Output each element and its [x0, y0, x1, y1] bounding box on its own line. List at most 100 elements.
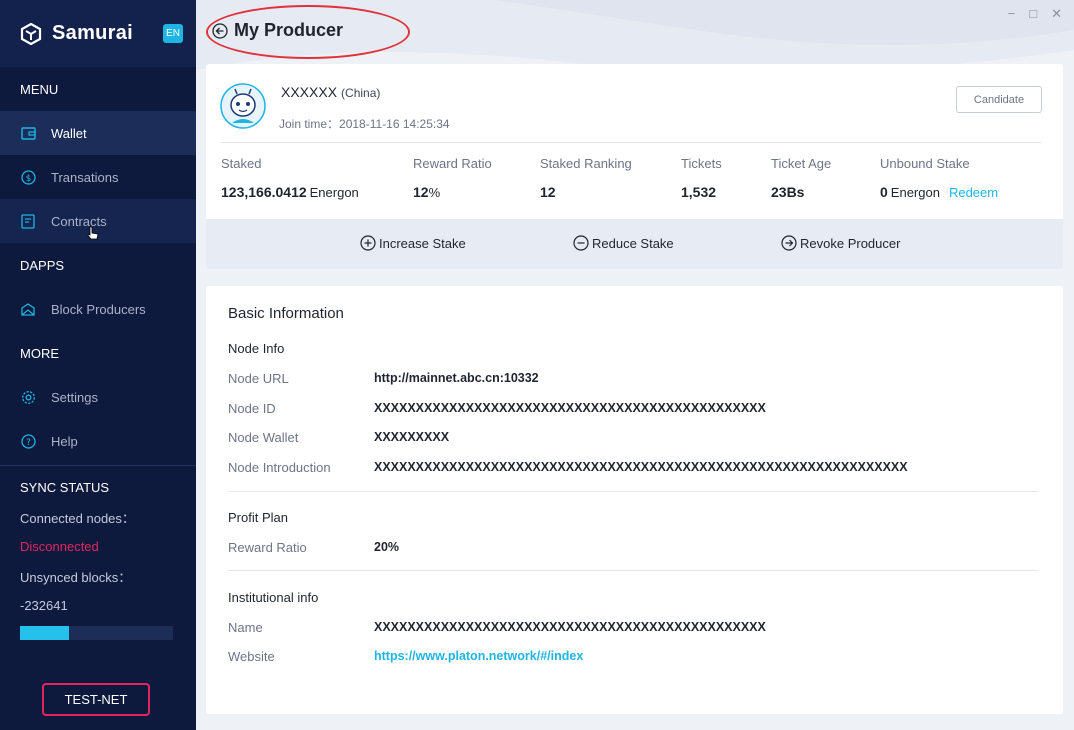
stat-value: 0 Energon Redeem	[880, 184, 998, 200]
block-producers-icon	[20, 301, 36, 317]
website-link[interactable]: https://www.platon.network/#/index	[374, 649, 583, 663]
stat-tickets: Tickets 1,532	[681, 156, 722, 200]
info-key: Node ID	[228, 401, 276, 416]
info-value: XXXXXXXXXXXXXXXXXXXXXXXXXXXXXXXXXXXXXXXX…	[374, 620, 766, 634]
main-content: − □ ✕ My Producer XXXXXX (China) Join tim…	[196, 0, 1074, 730]
candidate-status-button[interactable]: Candidate	[956, 86, 1042, 113]
dollar-icon: $	[20, 169, 36, 185]
node-info-title: Node Info	[228, 341, 285, 356]
producer-name-text: XXXXXX	[281, 84, 338, 100]
info-value: http://mainnet.abc.cn:10332	[374, 371, 539, 385]
arrow-circle-icon	[781, 235, 797, 251]
info-key: Website	[228, 649, 275, 664]
stat-staked-ranking: Staked Ranking 12	[540, 156, 632, 200]
gear-icon	[20, 389, 36, 405]
stat-value: 12%	[413, 184, 492, 200]
sync-progress-fill	[20, 626, 69, 640]
basic-information-title: Basic Information	[228, 305, 344, 322]
stat-number: 1,532	[681, 184, 717, 200]
sidebar-item-label: Settings	[51, 389, 98, 405]
info-key: Reward Ratio	[228, 540, 307, 555]
info-value: XXXXXXXXXXXXXXXXXXXXXXXXXXXXXXXXXXXXXXXX…	[374, 401, 766, 415]
producer-actions-bar: Increase Stake Reduce Stake Revoke Produ…	[206, 219, 1063, 269]
stat-number: 12	[540, 184, 556, 200]
sync-progress-bar	[20, 626, 173, 640]
info-value: 20%	[374, 540, 400, 554]
producer-country: (China)	[341, 86, 381, 100]
sidebar-item-help[interactable]: ? Help	[0, 419, 196, 463]
stat-number: 123,166.0412	[221, 184, 307, 200]
brand-header: Samurai EN	[0, 0, 196, 67]
window-controls: − □ ✕	[1008, 6, 1062, 22]
minus-circle-icon	[573, 235, 589, 251]
redeem-link[interactable]: Redeem	[949, 185, 998, 200]
language-badge[interactable]: EN	[163, 24, 183, 43]
stat-label: Reward Ratio	[413, 156, 492, 171]
info-key: Name	[228, 620, 263, 635]
minimize-button[interactable]: −	[1008, 6, 1016, 22]
close-button[interactable]: ✕	[1051, 6, 1062, 22]
stat-staked: Staked 123,166.0412 Energon	[221, 156, 359, 200]
samurai-logo-icon	[20, 22, 42, 45]
producer-summary-card: XXXXXX (China) Join time：2018-11-16 14:25…	[206, 64, 1063, 269]
info-value: XXXXXXXXXXXXXXXXXXXXXXXXXXXXXXXXXXXXXXXX…	[374, 460, 908, 474]
info-key: Node Wallet	[228, 430, 299, 445]
network-button[interactable]: TEST-NET	[42, 683, 150, 716]
sync-status-panel: SYNC STATUS Connected nodes： Disconnecte…	[0, 480, 196, 640]
red-circle-annotation	[206, 5, 410, 59]
unsynced-blocks-value: -232641	[20, 598, 68, 613]
divider	[221, 142, 1042, 143]
sidebar-divider	[0, 465, 196, 466]
plus-circle-icon	[360, 235, 376, 251]
stat-label: Staked Ranking	[540, 156, 632, 171]
stat-label: Ticket Age	[771, 156, 832, 171]
increase-stake-button[interactable]: Increase Stake	[360, 235, 466, 251]
menu-section-title: MENU	[20, 81, 59, 97]
stat-value: 12	[540, 184, 632, 200]
sidebar-item-block-producers[interactable]: Block Producers	[0, 287, 196, 331]
reduce-stake-label: Reduce Stake	[592, 235, 674, 251]
stat-unbound-stake: Unbound Stake 0 Energon Redeem	[880, 156, 998, 200]
stat-unit: Energon	[890, 185, 940, 200]
revoke-producer-label: Revoke Producer	[800, 235, 901, 251]
info-value: XXXXXXXXX	[374, 430, 450, 444]
mouse-pointer-icon	[87, 226, 99, 240]
dapps-section-title: DAPPS	[20, 257, 65, 273]
sidebar: Samurai EN MENU Wallet $ Transations Con…	[0, 0, 196, 730]
unsynced-blocks-label: Unsynced blocks：	[20, 570, 132, 585]
stat-unit: %	[428, 185, 441, 200]
increase-stake-label: Increase Stake	[379, 235, 466, 251]
app-name: Samurai	[52, 22, 134, 44]
producer-avatar	[220, 83, 266, 129]
divider	[228, 570, 1038, 571]
wallet-icon	[20, 125, 36, 141]
revoke-producer-button[interactable]: Revoke Producer	[781, 235, 900, 251]
contract-icon	[20, 213, 36, 229]
stat-label: Unbound Stake	[880, 156, 970, 171]
stat-number: 12	[413, 184, 429, 200]
sidebar-item-label: Block Producers	[51, 301, 146, 317]
info-key: Node URL	[228, 371, 289, 386]
stat-unit: Energon	[309, 185, 359, 200]
svg-text:?: ?	[26, 438, 31, 448]
sidebar-item-label: Transations	[51, 169, 119, 185]
stat-ticket-age: Ticket Age 23Bs	[771, 156, 831, 200]
sidebar-item-label: Help	[51, 433, 78, 449]
join-time: Join time：2018-11-16 14:25:34	[279, 117, 450, 131]
stat-label: Staked	[221, 156, 262, 171]
divider	[228, 491, 1038, 492]
stat-reward-ratio: Reward Ratio 12%	[413, 156, 492, 200]
reduce-stake-button[interactable]: Reduce Stake	[573, 235, 674, 251]
stat-number: 23Bs	[771, 184, 805, 200]
sidebar-item-transations[interactable]: $ Transations	[0, 155, 196, 199]
svg-text:$: $	[25, 174, 31, 184]
stat-value: 123,166.0412 Energon	[221, 184, 359, 200]
info-key: Node Introduction	[228, 460, 331, 475]
maximize-button[interactable]: □	[1029, 6, 1037, 22]
stat-value: 1,532	[681, 184, 722, 200]
sidebar-item-wallet[interactable]: Wallet	[0, 111, 196, 155]
connection-status-text: Disconnected	[20, 539, 99, 554]
stat-number: 0	[880, 184, 888, 200]
profit-plan-title: Profit Plan	[228, 510, 288, 525]
sidebar-item-settings[interactable]: Settings	[0, 375, 196, 419]
